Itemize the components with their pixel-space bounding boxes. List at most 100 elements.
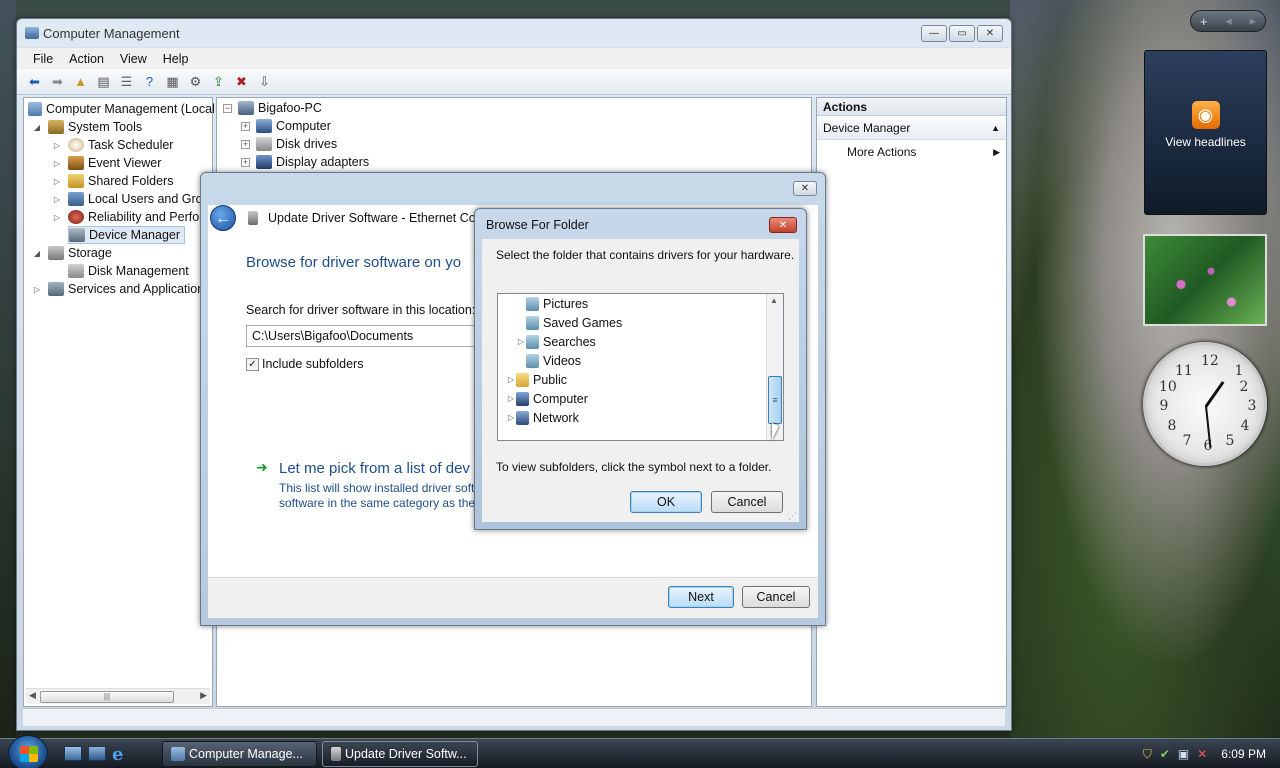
speaker-muted-icon[interactable]: ✕ — [1197, 747, 1207, 761]
scan-hardware-icon[interactable]: ⚙ — [186, 72, 205, 91]
device-category-display-adapters[interactable]: + Display adapters — [241, 153, 369, 171]
minimize-button[interactable]: — — [921, 24, 947, 42]
menu-view[interactable]: View — [112, 52, 155, 66]
network-tray-icon[interactable]: ▣ — [1178, 747, 1189, 761]
cancel-button[interactable]: Cancel — [711, 491, 783, 513]
help-icon[interactable]: ? — [140, 72, 159, 91]
device-category-computer[interactable]: + Computer — [241, 117, 331, 135]
back-arrow-icon[interactable]: ← — [210, 205, 236, 231]
show-hide-tree-icon[interactable]: ▤ — [94, 72, 113, 91]
show-hide-action-pane-icon[interactable]: ▦ — [163, 72, 182, 91]
menu-file[interactable]: File — [25, 52, 61, 66]
internet-explorer-icon[interactable]: e — [112, 744, 123, 765]
clock[interactable]: 6:09 PM — [1221, 747, 1266, 761]
tree-item-event-viewer[interactable]: ▷ Event Viewer — [52, 154, 161, 172]
expand-box-icon[interactable]: + — [241, 157, 250, 167]
sidebar-controls[interactable]: + ◂ ▸ — [1190, 10, 1266, 32]
add-gadget-icon[interactable]: + — [1200, 14, 1208, 29]
task-computer-management[interactable]: Computer Manage... — [162, 741, 317, 767]
tree-item-local-users[interactable]: ▷ Local Users and Group — [52, 190, 217, 208]
collapsed-arrow-icon[interactable]: ▷ — [52, 195, 62, 204]
next-icon[interactable]: ▸ — [1250, 13, 1257, 29]
start-button[interactable] — [8, 735, 48, 768]
show-desktop-icon[interactable] — [64, 746, 82, 761]
scrollbar-thumb[interactable]: ||| — [40, 691, 174, 703]
folder-item-network[interactable]: ▷ Network — [506, 408, 579, 427]
close-button[interactable]: ✕ — [793, 181, 817, 196]
collapse-up-icon[interactable]: ▲ — [991, 116, 1000, 140]
collapsed-arrow-icon[interactable]: ▷ — [52, 213, 62, 222]
scrollbar-thumb[interactable]: ≡ — [768, 376, 782, 424]
tree-item-disk-management[interactable]: Disk Management — [68, 262, 189, 280]
forward-arrow-icon[interactable]: ➡ — [48, 72, 67, 91]
scroll-up-icon[interactable]: ▲ — [770, 296, 778, 305]
tree-item-services-and-applications[interactable]: ▷ Services and Applications — [32, 280, 210, 298]
maximize-button[interactable]: ▭ — [949, 24, 975, 42]
folder-tree-view[interactable]: Pictures Saved Games ▷ Searches Videos ▷… — [497, 293, 784, 441]
menu-action[interactable]: Action — [61, 52, 112, 66]
tree-item-reliability[interactable]: ▷ Reliability and Perform — [52, 208, 214, 226]
actions-section-device-manager[interactable]: Device Manager ▲ — [817, 116, 1006, 140]
more-actions-item[interactable]: More Actions ▶ — [817, 140, 1006, 164]
feed-headlines-gadget[interactable]: ◉ View headlines — [1144, 50, 1267, 215]
driver-path-input[interactable]: C:\Users\Bigafoo\Documents — [246, 325, 506, 347]
folder-tree-scrollbar[interactable]: ▲ ≡ ▼ — [766, 294, 783, 440]
next-button[interactable]: Next — [668, 586, 734, 608]
collapsed-arrow-icon[interactable]: ▷ — [506, 375, 516, 384]
collapsed-arrow-icon[interactable]: ▷ — [516, 337, 526, 346]
device-tree-root[interactable]: − Bigafoo-PC — [223, 99, 322, 117]
task-update-driver[interactable]: Update Driver Softw... — [322, 741, 478, 767]
collapsed-arrow-icon[interactable]: ▷ — [32, 285, 42, 294]
collapsed-arrow-icon[interactable]: ▷ — [506, 394, 516, 403]
tree-item-computer-management[interactable]: Computer Management (Local — [28, 100, 215, 118]
pick-from-list-link[interactable]: Let me pick from a list of dev — [279, 460, 470, 477]
browse-for-folder-dialog[interactable]: Browse For Folder ✕ Select the folder th… — [474, 208, 807, 530]
up-folder-icon[interactable]: ▲ — [71, 72, 90, 91]
collapsed-arrow-icon[interactable]: ▷ — [506, 413, 516, 422]
ok-button[interactable]: OK — [630, 491, 702, 513]
include-subfolders-checkbox[interactable]: ✓ Include subfolders — [246, 357, 363, 371]
scroll-right-icon[interactable]: ▶ — [200, 690, 207, 701]
switch-windows-icon[interactable] — [88, 746, 106, 761]
tree-horizontal-scrollbar[interactable]: ◀ ||| ▶ — [26, 688, 210, 704]
tree-item-device-manager[interactable]: Device Manager — [68, 226, 186, 244]
properties-icon[interactable]: ☰ — [117, 72, 136, 91]
folder-item-public[interactable]: ▷ Public — [506, 370, 567, 389]
tree-item-task-scheduler[interactable]: ▷ Task Scheduler — [52, 136, 173, 154]
back-arrow-icon[interactable]: ⬅ — [25, 72, 44, 91]
previous-icon[interactable]: ◂ — [1225, 13, 1232, 29]
collapsed-arrow-icon[interactable]: ▷ — [52, 177, 62, 186]
checkmark-icon[interactable]: ✔ — [1160, 747, 1170, 761]
folder-item-saved-games[interactable]: Saved Games — [526, 313, 622, 332]
expand-box-icon[interactable]: + — [241, 121, 250, 131]
checkbox-checked-icon[interactable]: ✓ — [246, 357, 259, 371]
folder-item-pictures[interactable]: Pictures — [526, 294, 588, 313]
folder-item-videos[interactable]: Videos — [526, 351, 581, 370]
tree-item-shared-folders[interactable]: ▷ Shared Folders — [52, 172, 173, 190]
cancel-button[interactable]: Cancel — [742, 586, 810, 608]
expanded-arrow-icon[interactable]: ◢ — [32, 249, 42, 258]
resize-grip-icon[interactable]: ⋰ — [788, 511, 797, 522]
collapse-box-icon[interactable]: − — [223, 103, 232, 113]
cm-titlebar[interactable]: Computer Management — ▭ ✕ — [17, 19, 1011, 47]
tree-item-storage[interactable]: ◢ Storage — [32, 244, 112, 262]
scroll-left-icon[interactable]: ◀ — [29, 690, 36, 701]
disable-device-icon[interactable]: ⇩ — [255, 72, 274, 91]
expand-box-icon[interactable]: + — [241, 139, 250, 149]
security-shield-icon[interactable]: ⛉ — [1143, 747, 1152, 762]
device-category-disk-drives[interactable]: + Disk drives — [241, 135, 337, 153]
close-button[interactable]: ✕ — [977, 24, 1003, 42]
feed-gadget-label[interactable]: View headlines — [1145, 135, 1266, 149]
collapsed-arrow-icon[interactable]: ▷ — [52, 159, 62, 168]
update-driver-icon[interactable]: ⇪ — [209, 72, 228, 91]
tree-item-system-tools[interactable]: ◢ System Tools — [32, 118, 142, 136]
slideshow-gadget[interactable] — [1143, 234, 1267, 326]
folder-item-searches[interactable]: ▷ Searches — [516, 332, 596, 351]
menu-help[interactable]: Help — [155, 52, 197, 66]
folder-item-computer[interactable]: ▷ Computer — [506, 389, 588, 408]
close-button[interactable]: ✕ — [769, 217, 797, 233]
update-driver-footer: Next Cancel — [208, 577, 818, 618]
expanded-arrow-icon[interactable]: ◢ — [32, 123, 42, 132]
collapsed-arrow-icon[interactable]: ▷ — [52, 141, 62, 150]
uninstall-device-icon[interactable]: ✖ — [232, 72, 251, 91]
